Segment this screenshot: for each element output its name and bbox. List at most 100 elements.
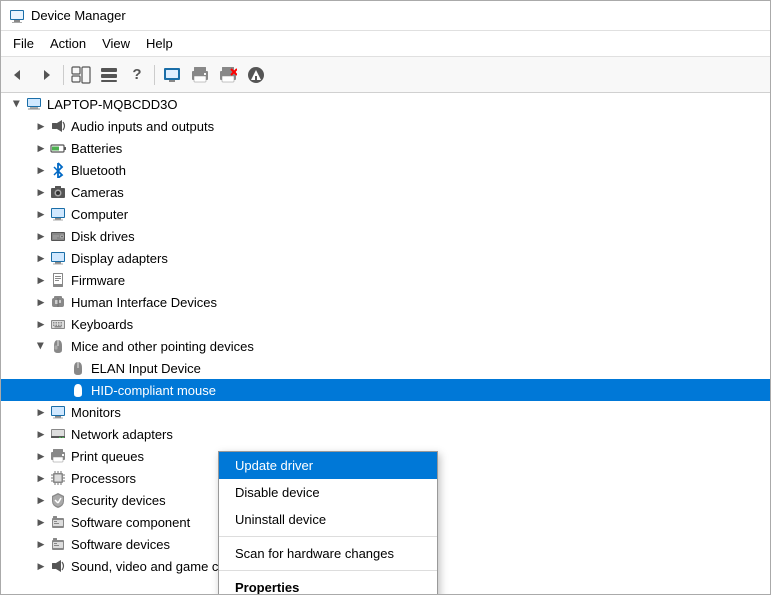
tree-label-hid: Human Interface Devices [71,295,217,310]
tree-item-hid-mouse[interactable]: ▶ HID-compliant mouse [1,379,770,401]
icon-hid-mouse [69,381,87,399]
icon-sound [49,557,67,575]
tree-label-root: LAPTOP-MQBCDD3O [47,97,178,112]
chevron-hid: ▶ [33,294,49,310]
tree-item-display[interactable]: ▶ Display adapters [1,247,770,269]
ctx-scan-hardware[interactable]: Scan for hardware changes [219,540,437,567]
chevron-keyboards: ▶ [33,316,49,332]
ctx-sep-1 [219,536,437,537]
chevron-monitors: ▶ [33,404,49,420]
icon-softcomp [49,513,67,531]
tree-label-security: Security devices [71,493,166,508]
remove-button[interactable] [215,62,241,88]
chevron-print: ▶ [33,448,49,464]
icon-security [49,491,67,509]
tree-item-firmware[interactable]: ▶ Firmware [1,269,770,291]
icon-elan [69,359,87,377]
tree-item-bluetooth[interactable]: ▶ Bluetooth [1,159,770,181]
chevron-firmware: ▶ [33,272,49,288]
icon-audio [49,117,67,135]
toolbar-sep-1 [63,65,64,85]
ctx-uninstall-device[interactable]: Uninstall device [219,506,437,533]
tree-item-batteries[interactable]: ▶ Batteries [1,137,770,159]
forward-button[interactable] [33,62,59,88]
menu-action[interactable]: Action [42,34,94,53]
icon-computer [49,205,67,223]
icon-monitors [49,403,67,421]
chevron-sound: ▶ [33,558,49,574]
chevron-cameras: ▶ [33,184,49,200]
ctx-properties[interactable]: Properties [219,574,437,594]
tree-item-root[interactable]: ▶ LAPTOP-MQBCDD3O [1,93,770,115]
tree-item-cameras[interactable]: ▶ Cameras [1,181,770,203]
icon-firmware [49,271,67,289]
chevron-disk: ▶ [33,228,49,244]
chevron-security: ▶ [33,492,49,508]
ctx-update-driver[interactable]: Update driver [219,452,437,479]
icon-display [49,249,67,267]
context-menu: Update driver Disable device Uninstall d… [218,451,438,594]
tree-content: ▶ LAPTOP-MQBCDD3O ▶ [1,93,770,594]
icon-mice [49,337,67,355]
tree-label-batteries: Batteries [71,141,122,156]
tree-label-print: Print queues [71,449,144,464]
menu-file[interactable]: File [5,34,42,53]
help-button[interactable]: ? [124,62,150,88]
update-driver-button[interactable] [243,62,269,88]
chevron-softdev: ▶ [33,536,49,552]
icon-batteries [49,139,67,157]
back-button[interactable] [5,62,31,88]
chevron-display: ▶ [33,250,49,266]
details-button[interactable] [96,62,122,88]
icon-network [49,425,67,443]
tree-label-cameras: Cameras [71,185,124,200]
icon-hid [49,293,67,311]
toolbar-sep-2 [154,65,155,85]
chevron-batteries: ▶ [33,140,49,156]
tree-item-disk[interactable]: ▶ Disk drives [1,225,770,247]
icon-keyboards [49,315,67,333]
menu-help[interactable]: Help [138,34,181,53]
ctx-sep-2 [219,570,437,571]
chevron-bluetooth: ▶ [33,162,49,178]
tree-label-softdev: Software devices [71,537,170,552]
title-bar: Device Manager [1,1,770,31]
chevron-network: ▶ [33,426,49,442]
tree-label-display: Display adapters [71,251,168,266]
ctx-disable-device[interactable]: Disable device [219,479,437,506]
tree-item-hid[interactable]: ▶ Human Interface Devices [1,291,770,313]
tree-item-monitors[interactable]: ▶ Monitors [1,401,770,423]
toolbar: ? [1,57,770,93]
tree-item-mice[interactable]: ▶ Mice and other pointing devices [1,335,770,357]
tree-label-keyboards: Keyboards [71,317,133,332]
tree-item-audio[interactable]: ▶ Audio inputs and outputs [1,115,770,137]
tree-label-disk: Disk drives [71,229,135,244]
show-hide-button[interactable] [68,62,94,88]
tree-label-audio: Audio inputs and outputs [71,119,214,134]
chevron-softcomp: ▶ [33,514,49,530]
tree-item-keyboards[interactable]: ▶ Keyboar [1,313,770,335]
scan-button[interactable] [159,62,185,88]
tree-label-processors: Processors [71,471,136,486]
tree-item-elan[interactable]: ▶ ELAN Input Device [1,357,770,379]
menu-view[interactable]: View [94,34,138,53]
icon-print [49,447,67,465]
chevron-computer: ▶ [33,206,49,222]
icon-disk [49,227,67,245]
icon-softdev [49,535,67,553]
tree-label-elan: ELAN Input Device [91,361,201,376]
chevron-mice: ▶ [33,338,49,354]
title-text: Device Manager [31,8,126,23]
tree-label-monitors: Monitors [71,405,121,420]
tree-item-computer[interactable]: ▶ Computer [1,203,770,225]
print-button[interactable] [187,62,213,88]
tree-label-firmware: Firmware [71,273,125,288]
tree-label-mice: Mice and other pointing devices [71,339,254,354]
tree-item-network[interactable]: ▶ Network adapters [1,423,770,445]
tree-label-network: Network adapters [71,427,173,442]
tree-label-hid-mouse: HID-compliant mouse [91,383,216,398]
icon-bluetooth [49,161,67,179]
icon-processors [49,469,67,487]
tree-label-computer: Computer [71,207,128,222]
tree-label-bluetooth: Bluetooth [71,163,126,178]
